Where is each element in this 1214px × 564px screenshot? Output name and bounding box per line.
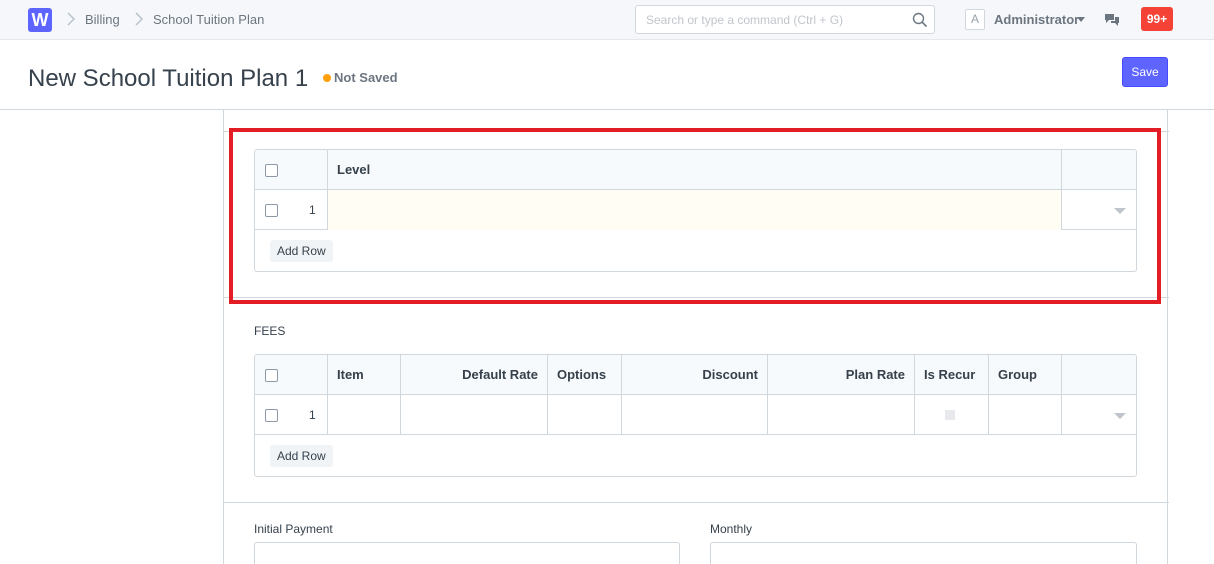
- search-icon[interactable]: [912, 12, 928, 28]
- add-row-button[interactable]: Add Row: [270, 445, 333, 467]
- save-button[interactable]: Save: [1122, 57, 1168, 87]
- table-row[interactable]: 1: [255, 190, 1136, 230]
- column-header-is-recur: Is Recur: [915, 355, 989, 395]
- breadcrumb-billing[interactable]: Billing: [85, 12, 120, 27]
- dropdown-caret-icon[interactable]: [1114, 208, 1126, 214]
- column-header-discount: Discount: [622, 355, 768, 395]
- level-cell[interactable]: [328, 190, 1062, 230]
- column-header-item: Item: [328, 355, 401, 395]
- caret-down-icon[interactable]: [1077, 17, 1085, 22]
- select-all-checkbox[interactable]: [265, 369, 278, 382]
- monthly-input[interactable]: [710, 542, 1137, 564]
- chevron-right-icon: [134, 12, 144, 29]
- page-head: New School Tuition Plan 1 Not Saved Save: [0, 40, 1214, 110]
- select-all-checkbox[interactable]: [265, 164, 278, 177]
- group-cell[interactable]: [989, 395, 1062, 435]
- section-divider: [224, 502, 1169, 503]
- initial-payment-input[interactable]: [254, 542, 680, 564]
- column-header-default-rate: Default Rate: [401, 355, 548, 395]
- table-header-row: Item Default Rate Options Discount Plan …: [255, 355, 1136, 395]
- table-header-row: Level: [255, 150, 1136, 190]
- navbar: W Billing School Tuition Plan A Administ…: [0, 0, 1214, 40]
- column-header-group: Group: [989, 355, 1062, 395]
- avatar[interactable]: A: [965, 9, 985, 30]
- item-cell[interactable]: [328, 395, 401, 435]
- breadcrumb-school-tuition-plan[interactable]: School Tuition Plan: [153, 12, 264, 27]
- row-actions-cell[interactable]: [1062, 190, 1136, 230]
- header-checkbox-cell: [255, 150, 328, 190]
- section-divider: [224, 131, 1169, 132]
- column-header-level: Level: [328, 150, 1062, 190]
- status-indicator-dot: [323, 74, 331, 82]
- section-divider: [224, 297, 1169, 298]
- row-checkbox[interactable]: [265, 204, 278, 217]
- column-header-actions: [1062, 355, 1136, 395]
- plan-rate-cell[interactable]: [768, 395, 915, 435]
- row-actions-cell[interactable]: [1062, 395, 1136, 435]
- page-title: New School Tuition Plan 1: [28, 65, 309, 92]
- row-index: 1: [309, 203, 316, 217]
- column-header-options: Options: [548, 355, 622, 395]
- header-checkbox-cell: [255, 355, 328, 395]
- dropdown-caret-icon[interactable]: [1114, 413, 1126, 419]
- column-header-plan-rate: Plan Rate: [768, 355, 915, 395]
- is-recur-cell[interactable]: [915, 395, 989, 435]
- status-badge: Not Saved: [334, 70, 398, 85]
- row-checkbox-cell: 1: [255, 190, 328, 230]
- table-row[interactable]: 1: [255, 395, 1136, 435]
- search-box: [635, 5, 935, 34]
- app-logo[interactable]: W: [28, 8, 52, 32]
- row-checkbox[interactable]: [265, 409, 278, 422]
- column-header-actions: [1062, 150, 1136, 190]
- initial-payment-label: Initial Payment: [254, 522, 333, 536]
- chat-icon[interactable]: [1104, 12, 1120, 28]
- discount-cell[interactable]: [622, 395, 768, 435]
- monthly-label: Monthly: [710, 522, 753, 536]
- is-recur-checkbox[interactable]: [945, 410, 955, 420]
- fees-table: Item Default Rate Options Discount Plan …: [254, 354, 1137, 477]
- levels-table: Level 1 Add Row: [254, 149, 1137, 272]
- row-index: 1: [309, 408, 316, 422]
- chevron-right-icon: [66, 12, 76, 29]
- add-row-button[interactable]: Add Row: [270, 240, 333, 262]
- search-input[interactable]: [636, 6, 896, 33]
- notification-badge[interactable]: 99+: [1141, 7, 1173, 31]
- section-label-fees: FEES: [254, 324, 286, 338]
- row-checkbox-cell: 1: [255, 395, 328, 435]
- options-cell[interactable]: [548, 395, 622, 435]
- default-rate-cell[interactable]: [401, 395, 548, 435]
- user-menu[interactable]: Administrator: [994, 12, 1079, 27]
